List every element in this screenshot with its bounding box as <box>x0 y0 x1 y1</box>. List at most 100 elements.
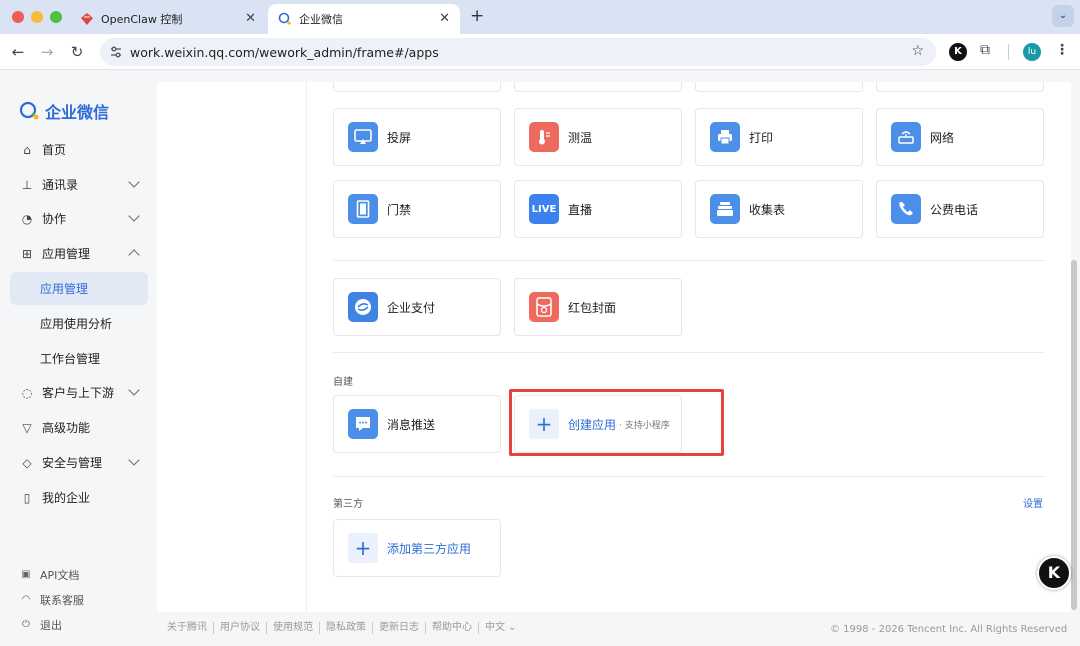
close-window-button[interactable] <box>12 11 24 23</box>
app-card-clipped[interactable] <box>876 82 1044 92</box>
copyright-text: © 1998 - 2026 Tencent Inc. All Rights Re… <box>830 624 1068 635</box>
sidebar-item-label: 应用管理 <box>40 282 89 296</box>
app-card-print[interactable]: 打印 <box>695 108 863 166</box>
sidebar-item-advanced[interactable]: ▽ 高级功能 <box>10 411 148 444</box>
app-card-red-envelope[interactable]: 红包封面 <box>514 278 682 336</box>
tab-search-button[interactable]: ⌄ <box>1052 5 1074 27</box>
app-card-clipped[interactable] <box>514 82 682 92</box>
app-card-clipped[interactable] <box>695 82 863 92</box>
sidebar-item-label: 工作台管理 <box>40 352 101 366</box>
extension-k-icon[interactable]: K <box>949 43 967 61</box>
grid-icon: ⊞ <box>21 246 33 261</box>
logout-link[interactable]: ⏻ 退出 <box>20 617 62 633</box>
browser-menu-icon[interactable]: ⋮ <box>1055 42 1069 58</box>
sidebar-item-label: 首页 <box>42 143 67 157</box>
tab-close-icon[interactable]: ✕ <box>245 11 256 26</box>
app-label: 企业支付 <box>387 300 436 315</box>
third-party-settings-link[interactable]: 设置 <box>1023 495 1043 510</box>
sidebar-subitem-app-management[interactable]: 应用管理 <box>10 272 148 305</box>
panel-divider <box>306 82 307 612</box>
add-third-party-app-button[interactable]: + 添加第三方应用 <box>333 519 501 577</box>
highlight-box <box>509 389 724 456</box>
forward-arrow-icon[interactable]: → <box>38 43 56 61</box>
profile-avatar[interactable]: lu <box>1023 43 1041 61</box>
sidebar-subitem-workbench[interactable]: 工作台管理 <box>10 342 148 375</box>
section-label-self-built: 自建 <box>333 377 353 388</box>
app-label: 打印 <box>749 130 774 145</box>
sidebar-item-my-company[interactable]: ▯ 我的企业 <box>10 481 148 514</box>
printer-icon <box>710 122 740 152</box>
reload-icon[interactable]: ↻ <box>68 43 86 61</box>
new-tab-button[interactable]: + <box>470 6 484 26</box>
footer-link[interactable]: 帮助中心 <box>426 622 479 634</box>
address-bar[interactable]: work.weixin.qq.com/wework_admin/frame#/a… <box>100 38 936 66</box>
app-label: 投屏 <box>387 130 412 145</box>
sidebar-item-label: 应用管理 <box>42 247 91 261</box>
app-card-phone[interactable]: 公费电话 <box>876 180 1044 238</box>
app-card-live[interactable]: LIVE 直播 <box>514 180 682 238</box>
page-scrollbar[interactable] <box>1071 260 1077 610</box>
tab-wework[interactable]: 企业微信 ✕ <box>268 4 460 34</box>
bookmark-star-icon[interactable]: ☆ <box>911 43 924 59</box>
sidebar: 企业微信 ⌂ 首页 ⊥ 通讯录 ◔ 协作 ⊞ 应用管理 应用管理 应用使用分析 … <box>0 70 157 646</box>
app-label: 消息推送 <box>387 417 436 432</box>
minimize-window-button[interactable] <box>31 11 43 23</box>
sidebar-subitem-app-usage[interactable]: 应用使用分析 <box>10 307 148 340</box>
red-envelope-icon <box>529 292 559 322</box>
app-card-network[interactable]: 网络 <box>876 108 1044 166</box>
tab-openclaw[interactable]: OpenClaw 控制 ✕ <box>70 4 266 34</box>
home-icon: ⌂ <box>23 142 31 157</box>
app-card-clipped[interactable] <box>333 82 501 92</box>
chevron-up-icon <box>128 249 140 261</box>
building-icon: ▯ <box>23 490 31 505</box>
chevron-down-icon <box>128 454 140 466</box>
bottom-link-label: 联系客服 <box>40 594 84 607</box>
chevron-down-icon <box>128 384 140 396</box>
site-settings-icon[interactable] <box>109 45 123 59</box>
wework-logo[interactable]: 企业微信 <box>19 99 109 123</box>
app-card-collect-form[interactable]: 收集表 <box>695 180 863 238</box>
app-card-screen-cast[interactable]: 投屏 <box>333 108 501 166</box>
api-docs-link[interactable]: ▣ API文档 <box>20 567 79 583</box>
language-select[interactable]: 中文 ⌄ <box>479 622 523 634</box>
sidebar-item-home[interactable]: ⌂ 首页 <box>10 133 148 166</box>
app-card-door-access[interactable]: 门禁 <box>333 180 501 238</box>
diamond-icon: ▽ <box>22 420 32 435</box>
app-label: 门禁 <box>387 202 412 217</box>
tab-close-icon[interactable]: ✕ <box>439 11 450 26</box>
section-divider <box>333 352 1044 353</box>
app-card-thermometer[interactable]: 测温 <box>514 108 682 166</box>
footer-link[interactable]: 更新日志 <box>373 622 426 634</box>
sidebar-item-collab[interactable]: ◔ 协作 <box>10 202 148 235</box>
collab-icon: ◔ <box>21 211 33 226</box>
browser-toolbar: ← → ↻ work.weixin.qq.com/wework_admin/fr… <box>0 34 1080 70</box>
sidebar-item-app-management[interactable]: ⊞ 应用管理 <box>10 237 148 270</box>
apps-panel: 投屏 测温 打印 网络 门禁 LIVE 直播 收集表 公费电话 企业支付 红包封… <box>157 82 1071 612</box>
sidebar-item-label: 高级功能 <box>42 421 91 435</box>
zoom-window-button[interactable] <box>50 11 62 23</box>
sidebar-item-customers[interactable]: ◌ 客户与上下游 <box>10 376 148 409</box>
contact-support-link[interactable]: ◠ 联系客服 <box>20 592 84 608</box>
sidebar-item-contacts[interactable]: ⊥ 通讯录 <box>10 168 148 201</box>
app-card-message-push[interactable]: 消息推送 <box>333 395 501 453</box>
router-icon <box>891 122 921 152</box>
app-card-corp-pay[interactable]: 企业支付 <box>333 278 501 336</box>
footer-link[interactable]: 使用规范 <box>267 622 320 634</box>
sidebar-item-security[interactable]: ◇ 安全与管理 <box>10 446 148 479</box>
wework-logo-icon <box>19 101 39 120</box>
app-label: 网络 <box>930 130 955 145</box>
app-label: 公费电话 <box>930 202 979 217</box>
footer-link[interactable]: 用户协议 <box>214 622 267 634</box>
back-arrow-icon[interactable]: ← <box>9 43 27 61</box>
sidebar-item-label: 应用使用分析 <box>40 317 113 331</box>
footer-link[interactable]: 关于腾讯 <box>167 622 214 634</box>
toolbar-divider <box>1008 44 1009 60</box>
tab-title: OpenClaw 控制 <box>101 13 183 26</box>
chat-icon: ◌ <box>21 385 33 400</box>
floating-k-button[interactable]: K <box>1037 556 1071 590</box>
footer-link[interactable]: 隐私政策 <box>320 622 373 634</box>
headset-icon: ◠ <box>21 594 31 605</box>
openclaw-favicon-icon <box>81 13 93 25</box>
bottom-link-label: API文档 <box>40 569 80 582</box>
extensions-puzzle-icon[interactable]: ⧉ <box>980 42 990 58</box>
